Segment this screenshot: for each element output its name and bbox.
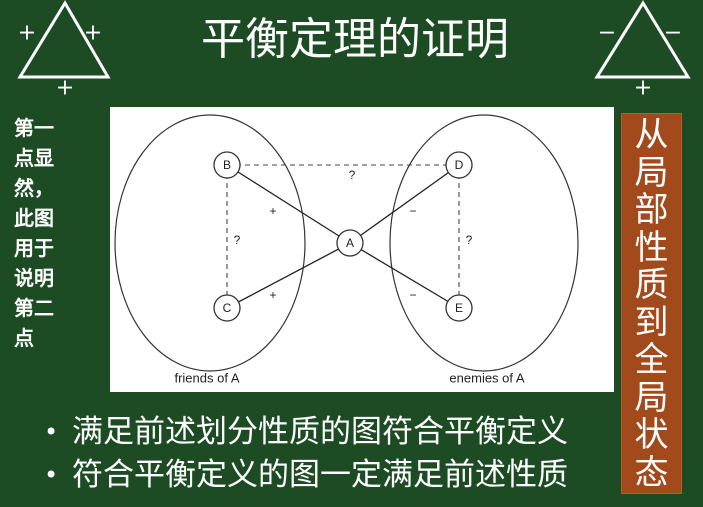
node-d: D bbox=[445, 151, 473, 179]
edge-label-c-a: + bbox=[269, 288, 276, 302]
triangle-right-sign-top-right: − bbox=[664, 21, 682, 46]
side-note-line: 然， bbox=[14, 176, 54, 200]
node-e: E bbox=[445, 294, 473, 322]
edge-b-a bbox=[226, 164, 351, 244]
node-a: A bbox=[336, 229, 364, 257]
side-note-line: 点显 bbox=[14, 146, 54, 170]
side-note-line: 用于 bbox=[14, 236, 54, 260]
node-e-label: E bbox=[455, 301, 463, 315]
triangle-left-sign-top-right: + bbox=[84, 21, 102, 46]
node-b: B bbox=[213, 151, 241, 179]
triangle-right-sign-top-left: − bbox=[598, 21, 616, 46]
side-note-line: 第二 bbox=[14, 296, 54, 320]
node-c: C bbox=[213, 294, 241, 322]
enemies-group-label: enemies of A bbox=[449, 371, 524, 386]
edge-label-b-d: ? bbox=[349, 168, 356, 182]
edge-label-d-a: − bbox=[409, 204, 416, 218]
callout-box: 从局部性质到全局状态 bbox=[621, 113, 682, 494]
bullet-marker: • bbox=[44, 461, 59, 489]
diagram-panel: ? ? ? + + − − B C A D E friends of A ene… bbox=[110, 107, 614, 392]
edge-label-b-c: ? bbox=[234, 233, 241, 247]
edge-d-a bbox=[349, 164, 460, 244]
edge-c-a bbox=[226, 242, 351, 309]
side-note-line: 第一 bbox=[14, 116, 54, 140]
friends-group-ellipse bbox=[114, 114, 306, 372]
side-note: 第一 点显 然， 此图 用于 说明 第二 点 bbox=[14, 113, 76, 353]
bullet-marker: • bbox=[44, 418, 59, 446]
triangle-right: − − + bbox=[594, 0, 691, 101]
side-note-line: 点 bbox=[14, 326, 34, 350]
edge-label-e-a: − bbox=[409, 288, 416, 302]
bullet-item: • 满足前述划分性质的图符合平衡定义 bbox=[44, 411, 614, 454]
callout-text: 从局部性质到全局状态 bbox=[634, 115, 669, 493]
side-note-line: 此图 bbox=[14, 206, 54, 230]
bullet-item: • 符合平衡定义的图一定满足前述性质 bbox=[44, 454, 614, 497]
bullet-list: • 满足前述划分性质的图符合平衡定义 • 符合平衡定义的图一定满足前述性质 bbox=[44, 411, 614, 497]
side-note-line: 说明 bbox=[14, 266, 54, 290]
node-c-label: C bbox=[223, 301, 232, 315]
node-b-label: B bbox=[223, 158, 231, 172]
edge-label-d-e: ? bbox=[466, 233, 473, 247]
enemies-group-ellipse bbox=[389, 114, 579, 372]
triangle-left-sign-top-left: + bbox=[18, 21, 36, 46]
node-a-label: A bbox=[346, 236, 354, 250]
triangle-right-sign-bottom: + bbox=[634, 76, 652, 101]
slide-title: 平衡定理的证明 bbox=[201, 14, 509, 65]
edge-label-b-a: + bbox=[269, 204, 276, 218]
bullet-text: 满足前述划分性质的图符合平衡定义 bbox=[72, 414, 568, 450]
triangle-left-sign-bottom: + bbox=[56, 76, 74, 101]
balance-diagram: ? ? ? + + − − B C A D E friends of A ene… bbox=[114, 114, 579, 386]
node-d-label: D bbox=[455, 158, 464, 172]
friends-group-label: friends of A bbox=[174, 371, 239, 386]
edge-e-a bbox=[349, 242, 460, 309]
bullet-text: 符合平衡定义的图一定满足前述性质 bbox=[72, 457, 568, 493]
triangle-left: + + + bbox=[17, 0, 111, 101]
